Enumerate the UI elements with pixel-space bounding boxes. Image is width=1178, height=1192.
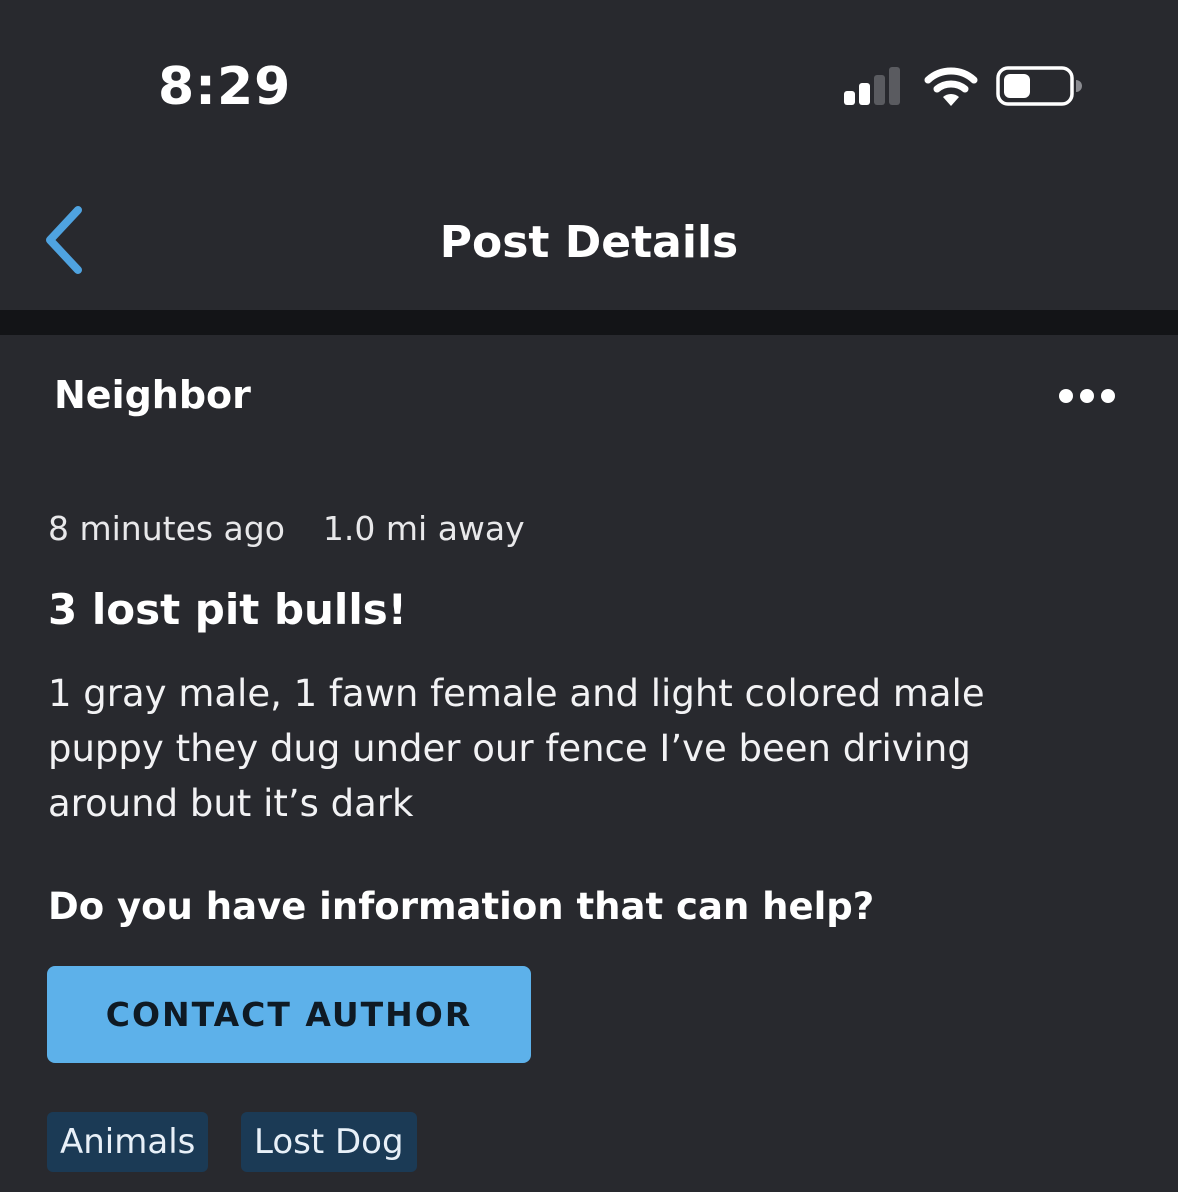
tag-lost-dog[interactable]: Lost Dog — [241, 1112, 417, 1172]
help-prompt: Do you have information that can help? — [48, 885, 875, 928]
ellipsis-icon — [1054, 389, 1120, 416]
post-body: 1 gray male, 1 fawn female and light col… — [48, 672, 985, 825]
contact-author-button[interactable]: CONTACT AUTHOR — [47, 966, 531, 1063]
post-time-ago: 8 minutes ago — [48, 509, 285, 548]
header-divider — [0, 310, 1178, 335]
page-title: Post Details — [439, 217, 739, 268]
post-title: 3 lost pit bulls! — [48, 585, 407, 634]
status-time: 8:29 — [158, 57, 292, 117]
post-meta: 8 minutes ago 1.0 mi away — [48, 508, 525, 550]
wifi-icon — [924, 66, 978, 110]
post-distance: 1.0 mi away — [322, 509, 525, 548]
status-bar: 8:29 — [0, 0, 1178, 170]
tag-animals[interactable]: Animals — [47, 1112, 209, 1172]
battery-icon — [996, 66, 1082, 110]
post-details-screen: 8:29 Post Details Neighbor 8 minutes ago… — [0, 0, 1178, 1192]
post-author: Neighbor — [54, 373, 251, 417]
cellular-signal-icon — [844, 67, 904, 109]
navigation-header: Post Details — [0, 170, 1178, 310]
more-options-button[interactable] — [1054, 380, 1120, 412]
